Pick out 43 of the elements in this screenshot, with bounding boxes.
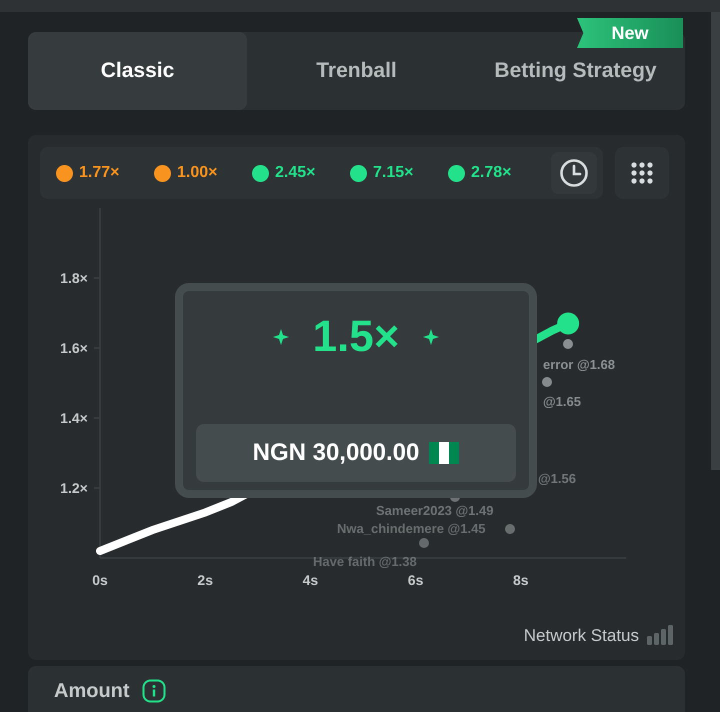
x-tick-label: 0s	[92, 572, 108, 588]
x-tick-label: 8s	[513, 572, 529, 588]
new-badge: New	[577, 18, 683, 48]
network-status-label: Network Status	[524, 624, 639, 646]
history-multiplier[interactable]: 2.45×	[275, 161, 316, 185]
player-dot	[542, 377, 552, 387]
x-tick-label: 4s	[302, 572, 318, 588]
end-point	[557, 312, 580, 334]
amount-display: NGN 30,000.00	[196, 424, 516, 482]
y-tick-label: 1.6×	[60, 340, 88, 356]
scrollbar[interactable]	[711, 12, 720, 470]
signal-icon	[647, 625, 673, 646]
mode-tab[interactable]: Trenball	[247, 32, 466, 110]
y-tick-label: 1.4×	[60, 410, 88, 426]
x-tick-label: 6s	[408, 572, 424, 588]
popup-multiplier: 1.5×	[312, 315, 400, 359]
history-multiplier[interactable]: 2.78×	[471, 161, 512, 185]
player-cashout-label: @1.65	[543, 394, 581, 409]
player-dot	[505, 524, 515, 534]
sparkle-icon	[423, 329, 440, 345]
history-multiplier[interactable]: 1.00×	[177, 161, 218, 185]
player-cashout-label: @1.56	[538, 471, 576, 486]
mode-tab[interactable]: Classic	[28, 32, 247, 110]
sparkle-icon	[272, 329, 289, 345]
flag-icon	[429, 442, 460, 464]
grid-icon	[631, 162, 653, 184]
history-button[interactable]	[551, 152, 597, 194]
y-tick-label: 1.2×	[60, 480, 88, 496]
history-multiplier[interactable]: 7.15×	[373, 161, 414, 185]
player-dot	[563, 339, 573, 349]
mode-tab[interactable]: Betting Strategy	[466, 48, 685, 110]
player-cashout-label: Have faith @1.38	[313, 554, 417, 569]
x-tick-label: 2s	[197, 572, 213, 588]
y-tick-label: 1.8×	[60, 270, 88, 286]
info-icon[interactable]	[142, 679, 166, 703]
player-cashout-label: Sameer2023 @1.49	[376, 503, 494, 518]
player-cashout-label: error @1.68	[543, 357, 615, 372]
player-cashout-label: Nwa_chindemere @1.45	[337, 521, 486, 536]
grid-menu-button[interactable]	[615, 147, 669, 199]
clock-icon	[559, 158, 589, 188]
history-multiplier[interactable]: 1.77×	[79, 161, 120, 185]
player-dot	[419, 538, 429, 548]
amount-label: Amount	[54, 679, 130, 704]
